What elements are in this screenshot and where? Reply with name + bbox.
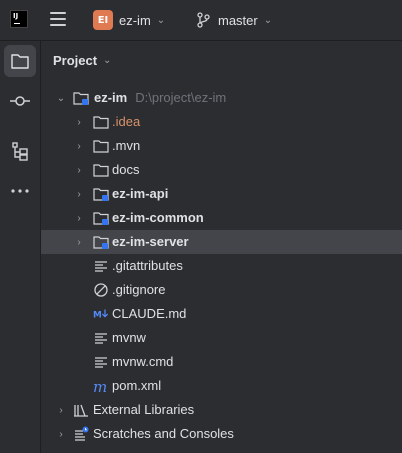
project-tool-button[interactable] <box>4 45 36 77</box>
tree-label: ez-im-common <box>112 210 204 225</box>
chevron-down-icon: ⌄ <box>263 14 273 26</box>
folder-icon <box>93 140 109 153</box>
tree-row-scratches[interactable]: › Scratches and Consoles <box>41 422 402 446</box>
chevron-right-icon[interactable]: › <box>73 134 85 158</box>
intellij-logo-icon[interactable]: IJ <box>10 10 28 28</box>
chevron-right-icon[interactable]: › <box>55 398 67 422</box>
svg-text:M: M <box>93 311 102 321</box>
folder-icon <box>93 164 109 177</box>
tree-label: ez-im-api <box>112 186 169 201</box>
text-file-icon <box>95 333 107 344</box>
module-folder-icon <box>73 92 89 105</box>
tree-row-gitattributes[interactable]: .gitattributes <box>41 254 402 278</box>
title-bar: IJ EI ez-im ⌄ master ⌄ <box>0 0 402 41</box>
tree-row-ez-im-common[interactable]: › ez-im-common <box>41 206 402 230</box>
chevron-right-icon[interactable]: › <box>73 110 85 134</box>
panel-title[interactable]: Project <box>53 53 97 68</box>
tree-row-ez-im-server[interactable]: › ez-im-server <box>41 230 402 254</box>
folder-icon <box>93 116 109 129</box>
tree-label: ez-im D:\project\ez-im <box>94 90 227 105</box>
structure-icon <box>12 142 28 161</box>
tree-row-mvnw-cmd[interactable]: mvnw.cmd <box>41 350 402 374</box>
ignore-file-icon <box>94 283 108 297</box>
tree-row-docs[interactable]: › docs <box>41 158 402 182</box>
chevron-right-icon[interactable]: › <box>73 182 85 206</box>
chevron-right-icon[interactable]: › <box>55 422 67 446</box>
branch-name: master <box>218 12 258 28</box>
module-folder-icon <box>93 236 109 249</box>
folder-icon <box>11 54 29 69</box>
scratches-icon <box>75 426 89 441</box>
project-panel-header: Project ⌄ <box>41 41 402 81</box>
tree-row-mvn[interactable]: › .mvn <box>41 134 402 158</box>
text-file-icon <box>95 261 107 272</box>
tree-label: .gitattributes <box>112 258 183 273</box>
module-folder-icon <box>93 188 109 201</box>
project-name: ez-im <box>119 12 151 28</box>
maven-file-icon: m <box>93 378 107 394</box>
markdown-file-icon: M <box>93 309 109 321</box>
tree-row-ez-im-api[interactable]: › ez-im-api <box>41 182 402 206</box>
tree-row-root[interactable]: ⌄ ez-im D:\project\ez-im <box>41 86 402 110</box>
tool-window-strip <box>0 41 41 453</box>
tree-label: mvnw <box>112 330 146 345</box>
svg-text:m: m <box>93 378 107 394</box>
chevron-down-icon[interactable]: ⌄ <box>55 86 67 110</box>
tree-label: ez-im-server <box>112 234 189 249</box>
tree-label: .mvn <box>112 138 141 153</box>
tree-label: Scratches and Consoles <box>93 426 234 441</box>
git-branch-icon <box>197 12 210 28</box>
tree-row-idea[interactable]: › .idea <box>41 110 402 134</box>
chevron-down-icon: ⌄ <box>156 14 166 26</box>
chevron-right-icon[interactable]: › <box>73 230 85 254</box>
chevron-right-icon[interactable]: › <box>73 158 85 182</box>
tree-row-mvnw[interactable]: mvnw <box>41 326 402 350</box>
chevron-down-icon[interactable]: ⌄ <box>103 55 111 66</box>
more-icon <box>11 189 29 193</box>
text-file-icon <box>95 357 107 368</box>
tree-row-claude-md[interactable]: M CLAUDE.md <box>41 302 402 326</box>
tree-label: pom.xml <box>112 378 162 393</box>
tree-label: CLAUDE.md <box>112 306 187 321</box>
tree-row-external-libraries[interactable]: › External Libraries <box>41 398 402 422</box>
tree-label: .idea <box>112 114 141 129</box>
tree-label: External Libraries <box>93 402 195 417</box>
structure-tool-button[interactable] <box>4 135 36 167</box>
branch-switcher[interactable]: master ⌄ <box>196 10 272 30</box>
chevron-right-icon[interactable]: › <box>73 206 85 230</box>
project-switcher[interactable]: EI ez-im ⌄ <box>93 10 165 30</box>
module-folder-icon <box>93 212 109 225</box>
tree-label: .gitignore <box>112 282 166 297</box>
commit-tool-button[interactable] <box>4 85 36 117</box>
main-menu-icon[interactable] <box>50 12 66 26</box>
tree-row-pom-xml[interactable]: m pom.xml <box>41 374 402 398</box>
project-badge: EI <box>93 10 113 30</box>
commit-icon <box>10 96 30 106</box>
tree-row-gitignore[interactable]: .gitignore <box>41 278 402 302</box>
tree-label: docs <box>112 162 140 177</box>
more-tools-button[interactable] <box>4 175 36 207</box>
tree-label: mvnw.cmd <box>112 354 174 369</box>
library-icon <box>74 404 88 417</box>
